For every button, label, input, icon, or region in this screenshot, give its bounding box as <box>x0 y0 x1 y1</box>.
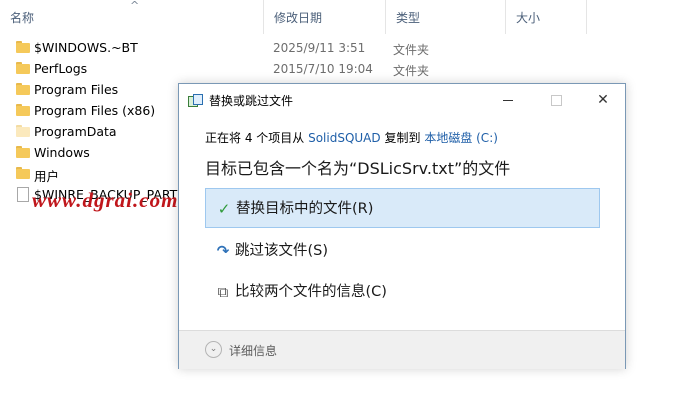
compare-files-icon: ⧉ <box>217 283 229 301</box>
file-name: $WINDOWS.~BT <box>34 40 138 55</box>
maximize-button <box>533 86 579 114</box>
compare-option-label: 比较两个文件的信息(C) <box>235 284 387 300</box>
replace-option-label: 替换目标中的文件(R) <box>236 201 374 217</box>
dialog-footer: ⌄ 详细信息 <box>179 330 625 369</box>
close-icon: ✕ <box>597 92 609 108</box>
close-button[interactable]: ✕ <box>580 86 626 114</box>
replace-or-skip-dialog: 替换或跳过文件 ✕ 正在将 4 个项目从 SolidSQUAD 复制到 本地磁盘… <box>178 83 626 369</box>
progress-prefix: 正在将 4 个项目从 <box>205 131 305 145</box>
file-name: Windows <box>34 145 90 160</box>
source-folder-link[interactable]: SolidSQUAD <box>308 131 381 145</box>
chevron-down-icon[interactable]: ⌄ <box>205 341 222 358</box>
minimize-icon <box>503 99 513 101</box>
dialog-title: 替换或跳过文件 <box>209 94 294 108</box>
folder-icon <box>16 146 30 158</box>
compare-option[interactable]: ⧉ 比较两个文件的信息(C) <box>205 272 600 312</box>
column-date-header[interactable]: 修改日期 <box>263 0 385 34</box>
folder-icon <box>16 41 30 53</box>
destination-link[interactable]: 本地磁盘 (C:) <box>424 131 498 145</box>
column-type-header[interactable]: 类型 <box>385 0 505 34</box>
minimize-button[interactable] <box>485 86 531 114</box>
file-name: Program Files <box>34 82 119 97</box>
conflict-message: 目标已包含一个名为“DSLicSrv.txt”的文件 <box>205 159 511 178</box>
copy-progress-text: 正在将 4 个项目从 SolidSQUAD 复制到 本地磁盘 (C:) <box>205 129 498 146</box>
maximize-icon <box>550 94 562 106</box>
sort-ascending-icon: ^ <box>130 0 140 12</box>
file-type: 文件夹 <box>393 64 430 78</box>
column-header: 名称 ^ 修改日期 类型 大小 <box>0 0 697 34</box>
folder-icon <box>16 83 30 95</box>
checkmark-icon: ✓ <box>217 200 231 218</box>
file-icon <box>17 187 29 202</box>
progress-mid: 复制到 <box>384 131 421 145</box>
file-type: 文件夹 <box>393 43 430 57</box>
file-row[interactable]: $WINDOWS.~BT 2025/9/11 3:51 文件夹 <box>0 38 697 59</box>
folder-icon <box>16 104 30 116</box>
watermark: www.dgrai.com <box>32 188 179 212</box>
skip-arrow-icon: ↷ <box>216 242 230 260</box>
column-size-header[interactable]: 大小 <box>505 0 587 34</box>
skip-option-label: 跳过该文件(S) <box>235 243 329 259</box>
file-name: 用户 <box>34 169 60 184</box>
file-date: 2015/7/10 19:04 <box>273 62 373 76</box>
more-details-toggle[interactable]: 详细信息 <box>229 342 277 359</box>
folder-icon <box>16 167 30 179</box>
folder-icon <box>16 125 30 137</box>
file-name: ProgramData <box>34 124 117 139</box>
file-name: PerfLogs <box>34 61 88 76</box>
file-date: 2025/9/11 3:51 <box>273 41 366 55</box>
folder-icon <box>16 62 30 74</box>
copy-files-icon <box>188 94 203 107</box>
replace-option[interactable]: ✓ 替换目标中的文件(R) <box>205 188 600 228</box>
skip-option[interactable]: ↷ 跳过该文件(S) <box>205 231 600 271</box>
file-row[interactable]: PerfLogs 2015/7/10 19:04 文件夹 <box>0 59 697 80</box>
file-name: Program Files (x86) <box>34 103 156 118</box>
